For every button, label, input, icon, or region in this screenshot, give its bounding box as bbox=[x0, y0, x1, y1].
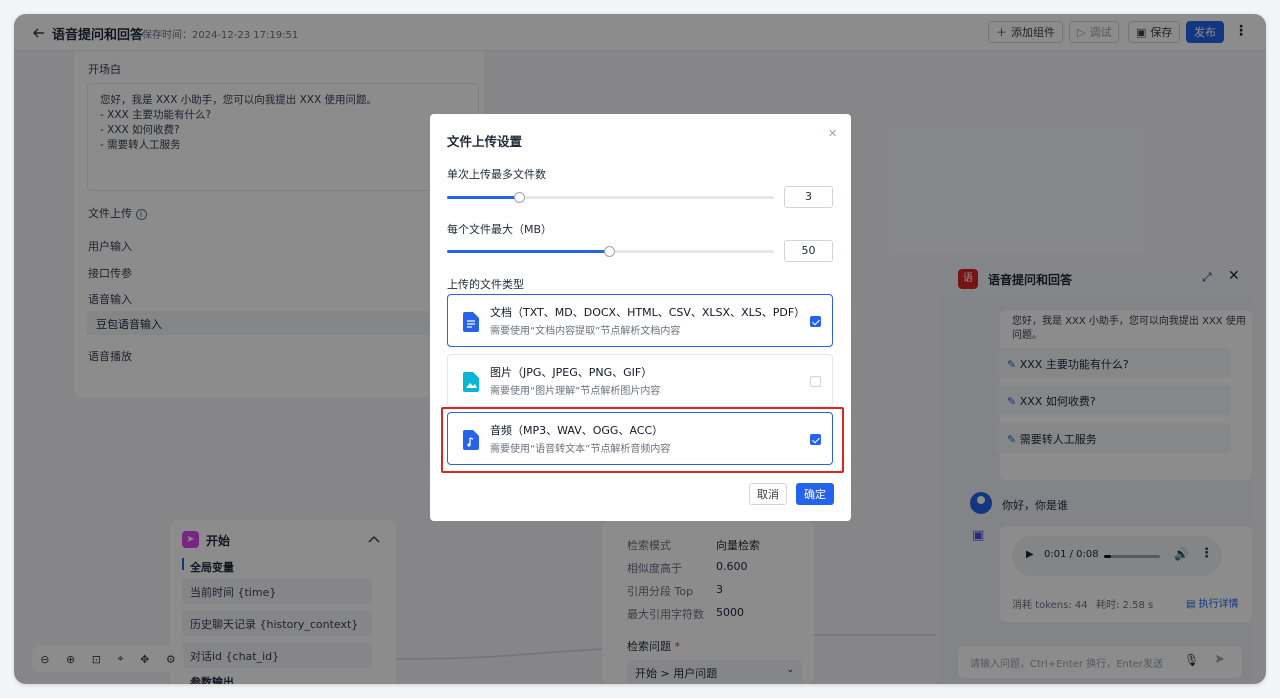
file-type-audio[interactable]: 音频（MP3、WAV、OGG、ACC） 需要使用“语音转文本”节点解析音频内容 bbox=[447, 412, 833, 465]
image-checkbox[interactable] bbox=[810, 376, 821, 387]
max-size-slider-thumb[interactable] bbox=[604, 246, 615, 257]
max-files-slider-fill bbox=[447, 196, 520, 199]
file-types-label: 上传的文件类型 bbox=[447, 278, 524, 291]
document-checkbox[interactable] bbox=[810, 316, 821, 327]
audio-file-icon bbox=[463, 430, 479, 450]
confirm-button[interactable]: 确定 bbox=[796, 483, 834, 505]
max-files-label: 单次上传最多文件数 bbox=[447, 168, 546, 181]
app-window: 语音提问和回答 保存时间：2024-12-23 17:19:51 ＋添加组件 ▷… bbox=[14, 14, 1266, 684]
audio-checkbox[interactable] bbox=[810, 434, 821, 445]
file-type-image[interactable]: 图片（JPG、JPEG、PNG、GIF） 需要使用“图片理解”节点解析图片内容 bbox=[447, 354, 833, 407]
max-files-slider-thumb[interactable] bbox=[514, 192, 525, 203]
file-type-title: 图片（JPG、JPEG、PNG、GIF） bbox=[490, 366, 653, 379]
cancel-button[interactable]: 取消 bbox=[749, 483, 787, 505]
file-type-desc: 需要使用“文档内容提取”节点解析文档内容 bbox=[490, 326, 681, 337]
image-icon bbox=[463, 372, 479, 392]
file-type-desc: 需要使用“语音转文本”节点解析音频内容 bbox=[490, 444, 671, 455]
file-type-title: 音频（MP3、WAV、OGG、ACC） bbox=[490, 424, 664, 437]
file-type-desc: 需要使用“图片理解”节点解析图片内容 bbox=[490, 386, 661, 397]
max-files-slider[interactable] bbox=[447, 192, 774, 203]
max-size-label: 每个文件最大（MB） bbox=[447, 223, 553, 236]
dialog-title: 文件上传设置 bbox=[447, 134, 523, 149]
max-size-input[interactable]: 50 bbox=[784, 240, 833, 262]
max-size-slider-fill bbox=[447, 250, 610, 253]
max-files-input[interactable]: 3 bbox=[784, 186, 833, 208]
file-type-title: 文档（TXT、MD、DOCX、HTML、CSV、XLSX、XLS、PDF） bbox=[490, 306, 806, 319]
file-type-document[interactable]: 文档（TXT、MD、DOCX、HTML、CSV、XLSX、XLS、PDF） 需要… bbox=[447, 294, 833, 347]
file-upload-settings-dialog: 文件上传设置 ✕ 单次上传最多文件数 3 每个文件最大（MB） 50 上传的文件… bbox=[430, 114, 851, 521]
close-icon[interactable]: ✕ bbox=[828, 127, 837, 140]
max-size-slider[interactable] bbox=[447, 246, 774, 257]
document-icon bbox=[463, 312, 479, 332]
